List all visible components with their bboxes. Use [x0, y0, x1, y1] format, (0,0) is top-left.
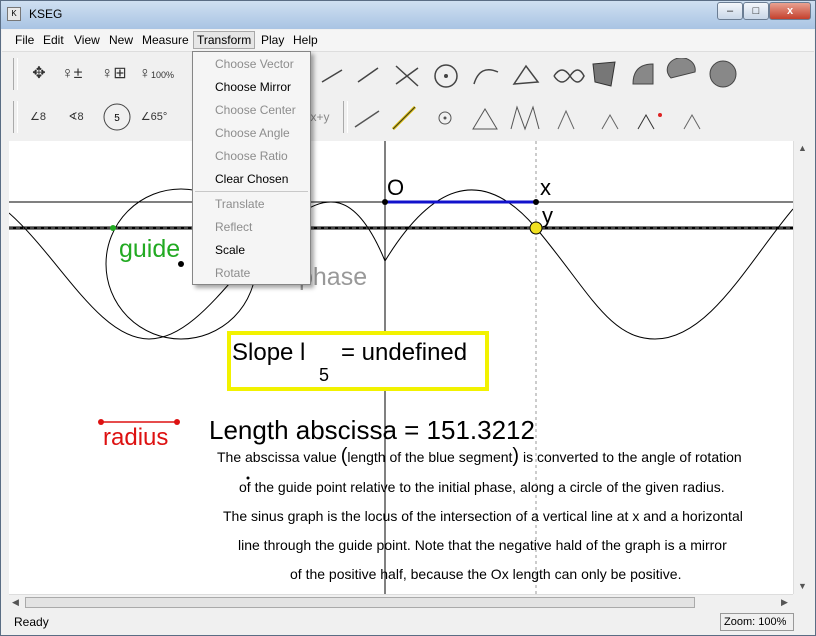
menu-view[interactable]: View — [74, 33, 100, 47]
label-guide[interactable]: guide — [119, 235, 180, 264]
svg-text:5: 5 — [114, 113, 120, 124]
scroll-right-icon[interactable]: ▶ — [781, 597, 788, 608]
description-line-2: of the guide point relative to the initi… — [239, 479, 725, 495]
point-y — [529, 221, 543, 235]
toolbar-construct: ✥ ♀± ♀⊞ ♀100% — [9, 54, 801, 94]
scroll-down-icon[interactable]: ▼ — [798, 581, 807, 591]
length-measure[interactable]: Length abscissa = 151.3212 — [209, 415, 535, 446]
label-radius[interactable]: radius — [103, 424, 168, 452]
translate-icon — [354, 110, 380, 128]
status-text: Ready — [14, 615, 49, 629]
fill-tools-icons — [592, 58, 737, 88]
horizontal-scrollbar[interactable]: ◀ ▶ — [9, 594, 793, 611]
zoom-indicator: Zoom: 100% — [720, 613, 794, 631]
change-label-icon — [683, 113, 701, 130]
filled-arc-segment-icon — [666, 58, 696, 79]
arc-icon — [473, 69, 499, 85]
menu-play[interactable]: Play — [261, 33, 284, 47]
scroll-up-icon[interactable]: ▲ — [798, 143, 807, 153]
menu-measure[interactable]: Measure — [142, 33, 189, 47]
filled-circle-icon — [709, 60, 737, 88]
slope-value[interactable]: = undefined — [341, 339, 467, 367]
filled-arc-sector-icon — [632, 63, 654, 85]
filled-polygon-icon — [592, 61, 616, 87]
slope-label[interactable]: Slope l — [232, 339, 305, 367]
status-bar: Ready Zoom: 100% — [2, 611, 814, 635]
locus-icon — [553, 69, 585, 83]
menu-bar: File Edit View New Measure Transform Pla… — [2, 30, 814, 52]
hide-label-icon — [601, 113, 619, 130]
toolbar-grip[interactable] — [13, 58, 18, 90]
kseg-window: K KSEG – □ x File Edit View New Measure … — [0, 0, 816, 636]
maximize-button[interactable]: □ — [743, 2, 769, 20]
menu-choose-center[interactable]: Choose Center — [215, 103, 296, 117]
menu-choose-mirror[interactable]: Choose Mirror — [215, 80, 291, 94]
label-color-icon — [637, 113, 655, 130]
polygon-icon — [512, 64, 540, 85]
guide-point — [110, 225, 116, 231]
title-bar[interactable]: K KSEG – □ x — [1, 1, 815, 29]
menu-scale[interactable]: Scale — [215, 243, 245, 257]
move-tool-icon[interactable]: ✥ — [24, 59, 54, 89]
menu-rotate[interactable]: Rotate — [215, 266, 250, 280]
zoom-fit-icon[interactable]: ♀⊞ — [99, 59, 129, 89]
menu-transform[interactable]: Transform — [193, 31, 256, 49]
show-label-icon — [557, 109, 575, 130]
description-line-3: The sinus graph is the locus of the inte… — [223, 508, 743, 524]
description-line-4: line through the guide point. Note that … — [238, 537, 727, 553]
line-icon — [357, 67, 379, 83]
menu-separator — [195, 191, 308, 192]
measure-angle-icon[interactable]: ∠65° — [139, 102, 169, 132]
menu-new[interactable]: New — [109, 33, 133, 47]
transform-menu: Choose Vector Choose Mirror Choose Cente… — [192, 51, 311, 285]
menu-choose-angle[interactable]: Choose Angle — [215, 126, 290, 140]
construction-figure — [9, 141, 793, 594]
menu-edit[interactable]: Edit — [43, 33, 64, 47]
zoom-in-out-icon[interactable]: ♀± — [57, 59, 87, 89]
menu-file[interactable]: File — [15, 33, 34, 47]
construct-tools-icons — [321, 64, 585, 88]
horizontal-scroll-thumb[interactable] — [25, 597, 695, 608]
menu-choose-vector[interactable]: Choose Vector — [215, 57, 294, 71]
vertical-scrollbar[interactable]: ▲ ▼ — [793, 141, 811, 594]
menu-clear-chosen[interactable]: Clear Chosen — [215, 172, 288, 186]
ray-icon — [321, 69, 343, 83]
menu-translate[interactable]: Translate — [215, 197, 265, 211]
measure-distance-icon[interactable]: ∠8 — [23, 102, 53, 132]
toolbar-grip[interactable] — [13, 101, 18, 133]
slope-subscript: 5 — [319, 365, 330, 385]
iterate-icon — [510, 105, 540, 131]
zoom-100-icon[interactable]: ♀100% — [139, 59, 174, 89]
rotate-icon — [472, 108, 498, 130]
measure-radius-icon[interactable]: 5 — [99, 102, 135, 132]
window-title: KSEG — [29, 7, 63, 21]
label-x[interactable]: x — [540, 175, 551, 201]
point-x — [533, 199, 539, 205]
label-o[interactable]: O — [387, 175, 404, 201]
label-y[interactable]: y — [542, 203, 553, 229]
minimize-button[interactable]: – — [717, 2, 743, 20]
description-line-1: The abscissa value (length of the blue s… — [217, 445, 742, 467]
measure-length-icon[interactable]: ∢8 — [61, 102, 91, 132]
scroll-left-icon[interactable]: ◀ — [12, 597, 19, 608]
menu-choose-ratio[interactable]: Choose Ratio — [215, 149, 288, 163]
toolbar-measure: ∠8 ∢8 5 ∠65° x+y — [9, 97, 801, 137]
toolbar-grip[interactable] — [343, 101, 348, 133]
menu-help[interactable]: Help — [293, 33, 318, 47]
radius-endpoint-right — [174, 419, 180, 425]
description-line-5: of the positive half, because the Ox len… — [290, 566, 682, 582]
app-icon: K — [7, 7, 21, 21]
close-button[interactable]: x — [769, 2, 811, 20]
label-tools-icons — [557, 109, 701, 130]
transform-tools-icons — [354, 105, 540, 131]
menu-reflect[interactable]: Reflect — [215, 220, 252, 234]
drawing-canvas[interactable]: O x y guide phase radius Slope l 5 = und… — [9, 141, 793, 594]
